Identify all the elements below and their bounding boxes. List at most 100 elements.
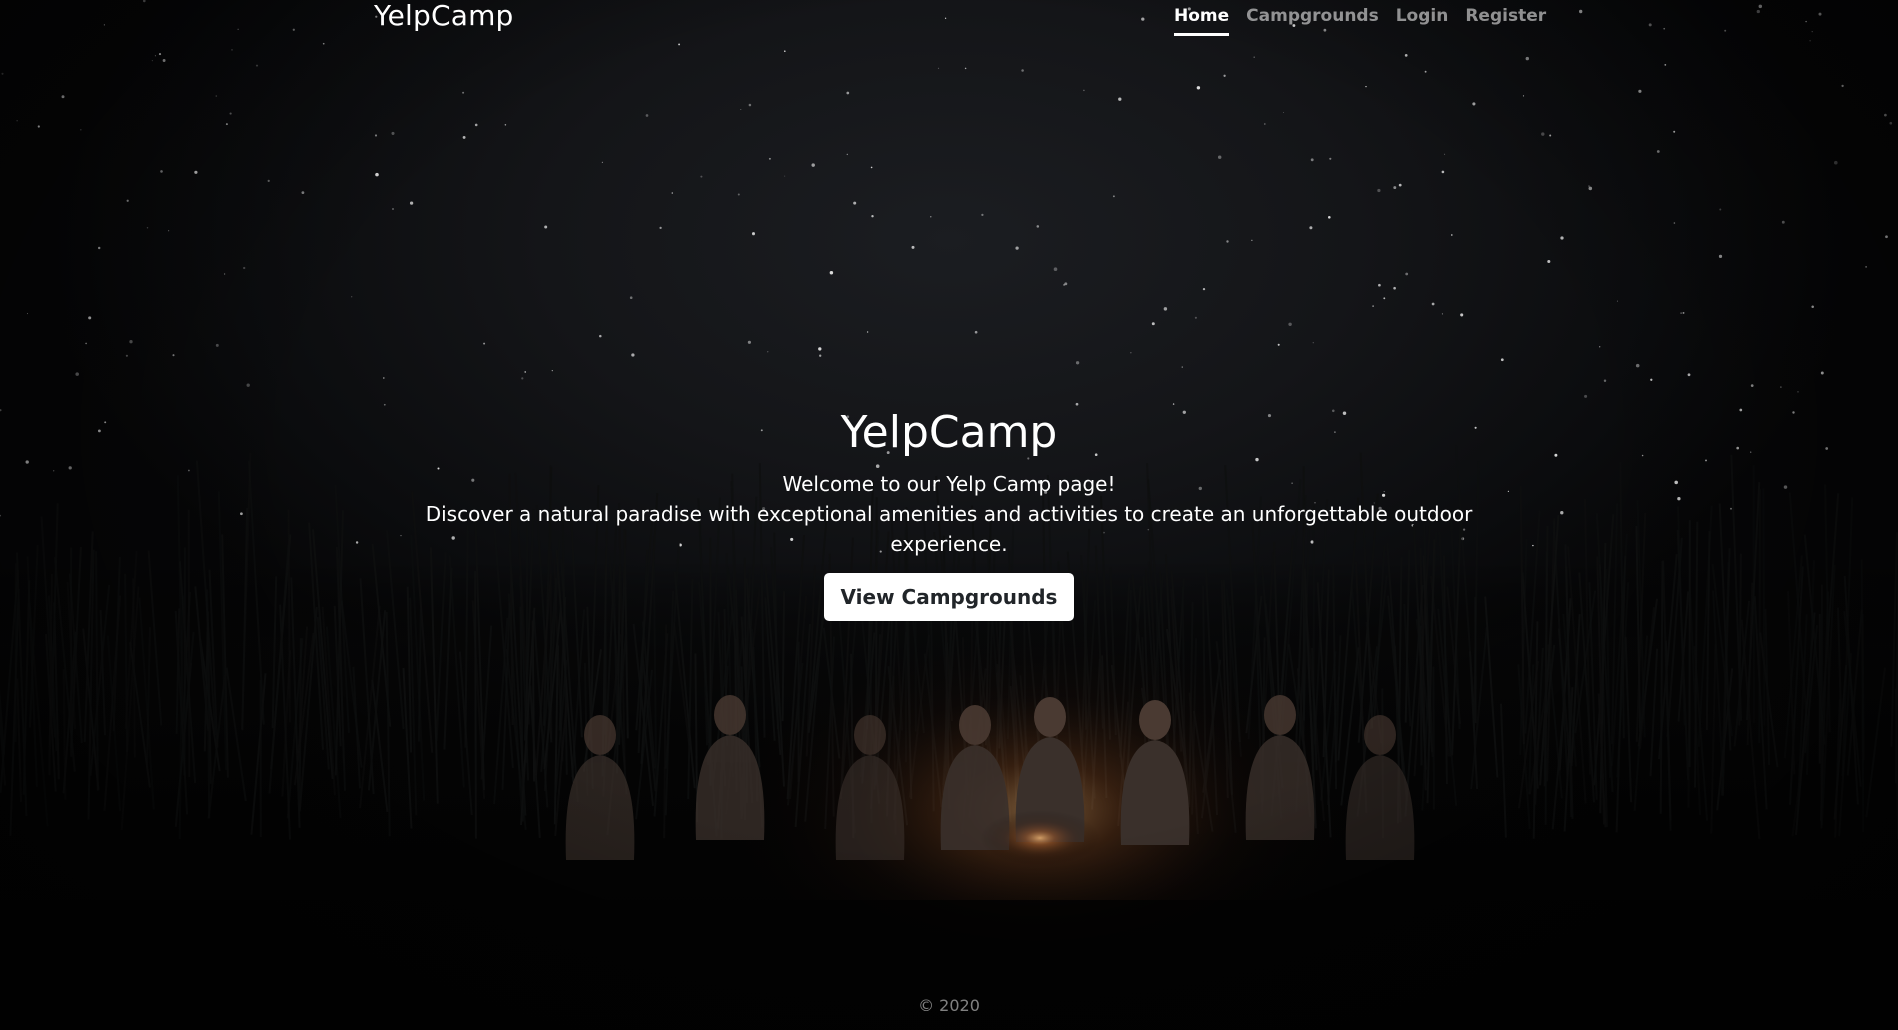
star xyxy=(1809,39,1811,42)
star xyxy=(1889,121,1893,125)
star xyxy=(504,124,507,126)
view-campgrounds-button[interactable]: View Campgrounds xyxy=(823,573,1075,621)
star xyxy=(1251,239,1253,241)
star xyxy=(1405,272,1409,276)
star xyxy=(1130,352,1132,354)
star xyxy=(374,134,378,137)
star xyxy=(1312,342,1314,344)
star xyxy=(1525,56,1530,61)
star xyxy=(75,372,79,376)
star xyxy=(1202,287,1206,291)
star xyxy=(160,170,163,173)
star xyxy=(1217,155,1222,159)
star xyxy=(1064,282,1068,286)
star xyxy=(818,347,822,351)
star xyxy=(1584,394,1588,398)
star xyxy=(1673,222,1676,224)
star xyxy=(1797,391,1799,393)
star xyxy=(1588,186,1593,191)
star xyxy=(243,266,246,270)
star xyxy=(1226,240,1229,243)
star xyxy=(1441,313,1443,315)
star xyxy=(1424,70,1427,73)
star xyxy=(1719,208,1722,211)
star xyxy=(1288,322,1292,327)
star xyxy=(194,170,198,174)
star xyxy=(1083,89,1085,92)
star xyxy=(700,175,703,178)
star xyxy=(215,95,218,97)
hero-welcome-text: Welcome to our Yelp Camp page! xyxy=(782,472,1116,496)
brand-logo[interactable]: YelpCamp xyxy=(374,0,514,32)
star xyxy=(747,340,751,344)
star xyxy=(846,153,848,156)
star xyxy=(162,59,166,62)
star xyxy=(1656,150,1660,153)
star xyxy=(125,354,128,357)
star xyxy=(1718,254,1723,259)
star xyxy=(1253,56,1255,58)
star xyxy=(1223,74,1226,77)
star xyxy=(1393,286,1396,290)
star xyxy=(964,67,967,70)
star xyxy=(737,193,740,196)
star xyxy=(85,342,87,345)
star xyxy=(1393,186,1397,190)
star xyxy=(392,208,394,210)
star xyxy=(409,201,414,205)
star xyxy=(351,296,353,298)
star xyxy=(629,296,633,300)
star xyxy=(1398,183,1402,187)
star xyxy=(267,179,270,183)
star xyxy=(1377,188,1381,193)
star xyxy=(322,42,325,45)
nav-home-link[interactable]: Home xyxy=(1174,5,1230,36)
star xyxy=(645,114,649,117)
star xyxy=(224,273,226,275)
star xyxy=(61,95,65,99)
star xyxy=(1522,95,1525,97)
star xyxy=(382,377,385,379)
star xyxy=(301,191,305,195)
star xyxy=(1549,134,1552,137)
star xyxy=(391,131,395,135)
star xyxy=(784,175,786,177)
star xyxy=(767,351,769,353)
star xyxy=(768,157,771,160)
star xyxy=(158,53,162,56)
star xyxy=(1635,363,1640,368)
star xyxy=(146,227,149,229)
star xyxy=(1599,346,1601,348)
hero-section: YelpCamp Welcome to our Yelp Camp page! … xyxy=(0,400,1898,621)
nav-campgrounds-link[interactable]: Campgrounds xyxy=(1246,5,1379,36)
star xyxy=(1441,170,1445,174)
star xyxy=(1263,123,1266,125)
grass-blade xyxy=(1419,625,1423,766)
star xyxy=(870,166,873,169)
star xyxy=(1053,267,1058,271)
star xyxy=(1834,160,1838,165)
star xyxy=(1036,225,1040,228)
star xyxy=(1460,313,1464,317)
star xyxy=(599,334,602,338)
star xyxy=(544,225,548,229)
star xyxy=(88,316,92,320)
star xyxy=(375,172,379,177)
star xyxy=(1378,283,1381,287)
star xyxy=(483,342,486,345)
star xyxy=(1500,358,1504,362)
star xyxy=(631,353,635,357)
star xyxy=(1603,379,1607,382)
star xyxy=(1112,195,1115,198)
star xyxy=(1383,297,1386,300)
nav-login-link[interactable]: Login xyxy=(1396,5,1449,36)
main-nav: Home Campgrounds Login Register xyxy=(1174,5,1546,36)
star xyxy=(1021,69,1024,72)
nav-register-link[interactable]: Register xyxy=(1465,5,1546,36)
star xyxy=(474,123,478,127)
star xyxy=(930,216,932,218)
star xyxy=(1444,153,1446,155)
star xyxy=(1687,373,1691,377)
star xyxy=(97,246,101,250)
star xyxy=(1328,216,1331,219)
